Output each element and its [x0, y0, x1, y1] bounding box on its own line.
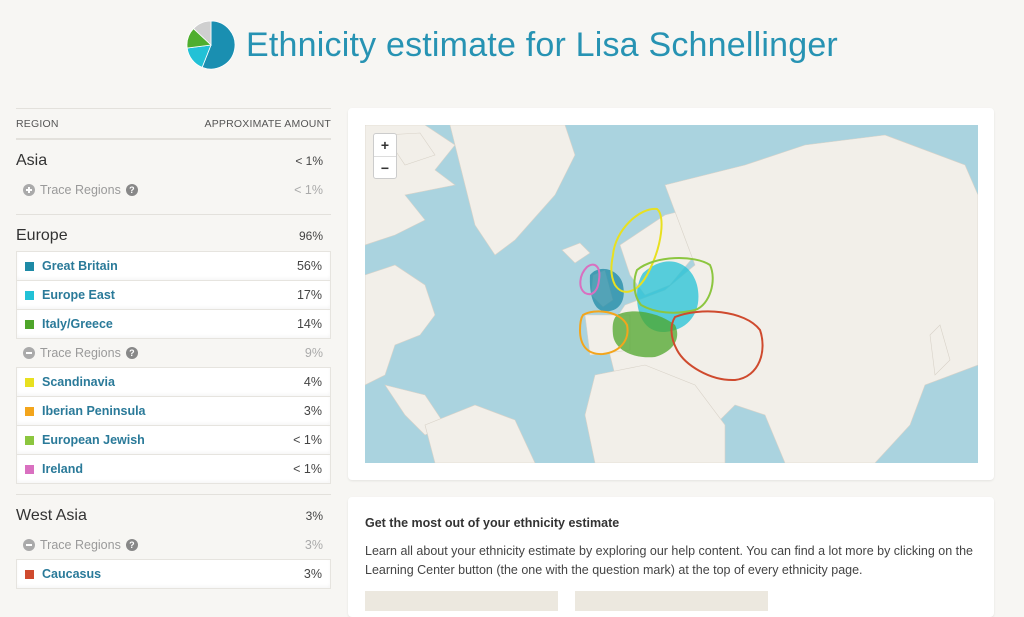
ethnicity-pie-icon: [186, 20, 236, 70]
help-tile[interactable]: [575, 591, 768, 611]
region-item-label[interactable]: Great Britain: [42, 259, 118, 273]
help-tile[interactable]: [365, 591, 558, 611]
region-item-percent: 17%: [296, 288, 322, 302]
region-item-caucasus[interactable]: Caucasus 3%: [16, 559, 331, 589]
region-item-percent: 56%: [296, 259, 322, 273]
land-south-america: [424, 404, 536, 463]
region-name: West Asia: [16, 507, 87, 524]
region-percent: < 1%: [295, 154, 323, 168]
collapse-minus-icon[interactable]: [23, 539, 35, 551]
map-canvas: [365, 125, 978, 463]
region-item-label[interactable]: Ireland: [42, 462, 83, 476]
map-zoom-control: + −: [373, 133, 397, 179]
color-swatch: [25, 377, 34, 387]
region-group-europe: Europe 96% Great Britain 56% Europe East…: [16, 215, 331, 495]
trace-percent: < 1%: [294, 183, 323, 197]
region-item-percent: 3%: [303, 567, 322, 581]
region-item-label[interactable]: European Jewish: [42, 433, 145, 447]
region-item-label[interactable]: Europe East: [42, 288, 115, 302]
color-swatch: [25, 406, 34, 416]
region-item-great-britain[interactable]: Great Britain 56%: [16, 251, 331, 281]
color-swatch: [25, 435, 34, 445]
help-info-card: Get the most out of your ethnicity estim…: [348, 497, 994, 617]
trace-percent: 9%: [304, 346, 323, 360]
region-percent: 3%: [305, 509, 323, 523]
region-group-west-asia: West Asia 3% Trace Regions ? 3% Caucasus…: [16, 495, 331, 589]
color-swatch: [25, 569, 34, 579]
trace-regions-toggle[interactable]: Trace Regions ? 3%: [16, 531, 331, 559]
color-swatch: [25, 290, 34, 300]
region-item-label[interactable]: Iberian Peninsula: [42, 404, 146, 418]
info-text: Learn all about your ethnicity estimate …: [365, 544, 974, 577]
trace-regions-toggle[interactable]: Trace Regions ? 9%: [16, 339, 331, 367]
collapse-minus-icon[interactable]: [23, 347, 35, 359]
region-item-ireland[interactable]: Ireland < 1%: [16, 455, 331, 484]
zoom-in-button[interactable]: +: [374, 134, 396, 157]
map-card: + −: [348, 108, 994, 480]
region-item-europe-east[interactable]: Europe East 17%: [16, 281, 331, 310]
info-title: Get the most out of your ethnicity estim…: [365, 516, 620, 530]
land-north-america-east: [365, 264, 436, 386]
region-item-percent: < 1%: [293, 462, 322, 476]
page-title: Ethnicity estimate for Lisa Schnellinger: [246, 25, 838, 64]
expand-plus-icon[interactable]: [23, 184, 35, 196]
zoom-out-button[interactable]: −: [374, 157, 396, 179]
trace-region-list: Scandinavia 4% Iberian Peninsula 3% Euro…: [16, 367, 331, 484]
land-greenland: [449, 125, 576, 256]
ethnicity-map[interactable]: + −: [365, 125, 978, 463]
color-swatch: [25, 464, 34, 474]
region-item-european-jewish[interactable]: European Jewish < 1%: [16, 426, 331, 455]
region-item-italy-greece[interactable]: Italy/Greece 14%: [16, 310, 331, 339]
help-question-icon[interactable]: ?: [125, 347, 138, 359]
primary-region-list: Great Britain 56% Europe East 17% Italy/…: [16, 251, 331, 339]
region-header: Europe 96%: [16, 215, 331, 251]
region-item-scandinavia[interactable]: Scandinavia 4%: [16, 367, 331, 397]
trace-regions-label[interactable]: Trace Regions: [40, 346, 121, 360]
land-iceland: [561, 242, 591, 264]
color-swatch: [25, 319, 34, 329]
trace-regions-label[interactable]: Trace Regions: [40, 538, 121, 552]
color-swatch: [25, 261, 34, 271]
region-item-percent: 4%: [303, 375, 322, 389]
page-header: Ethnicity estimate for Lisa Schnellinger: [0, 0, 1024, 90]
region-percent: 96%: [298, 229, 323, 243]
help-question-icon[interactable]: ?: [125, 539, 138, 551]
trace-percent: 3%: [304, 538, 323, 552]
region-item-percent: 3%: [303, 404, 322, 418]
ethnicity-region-table: REGION APPROXIMATE AMOUNT Asia < 1% Trac…: [16, 108, 331, 589]
trace-regions-toggle[interactable]: Trace Regions ? < 1%: [16, 176, 331, 204]
trace-regions-label[interactable]: Trace Regions: [40, 183, 121, 197]
column-approximate-amount: APPROXIMATE AMOUNT: [204, 118, 331, 130]
region-item-percent: < 1%: [293, 433, 322, 447]
region-header: Asia < 1%: [16, 140, 331, 176]
region-name: Europe: [16, 227, 68, 244]
region-item-label[interactable]: Caucasus: [42, 567, 101, 581]
region-name: Asia: [16, 152, 48, 169]
column-region: REGION: [16, 118, 59, 130]
region-item-percent: 14%: [296, 317, 322, 331]
help-question-icon[interactable]: ?: [125, 184, 138, 196]
region-item-label[interactable]: Italy/Greece: [42, 317, 113, 331]
region-group-asia: Asia < 1% Trace Regions ? < 1%: [16, 140, 331, 215]
region-header: West Asia 3%: [16, 495, 331, 531]
region-item-iberian-peninsula[interactable]: Iberian Peninsula 3%: [16, 397, 331, 426]
region-item-label[interactable]: Scandinavia: [42, 375, 115, 389]
table-header: REGION APPROXIMATE AMOUNT: [16, 108, 331, 140]
